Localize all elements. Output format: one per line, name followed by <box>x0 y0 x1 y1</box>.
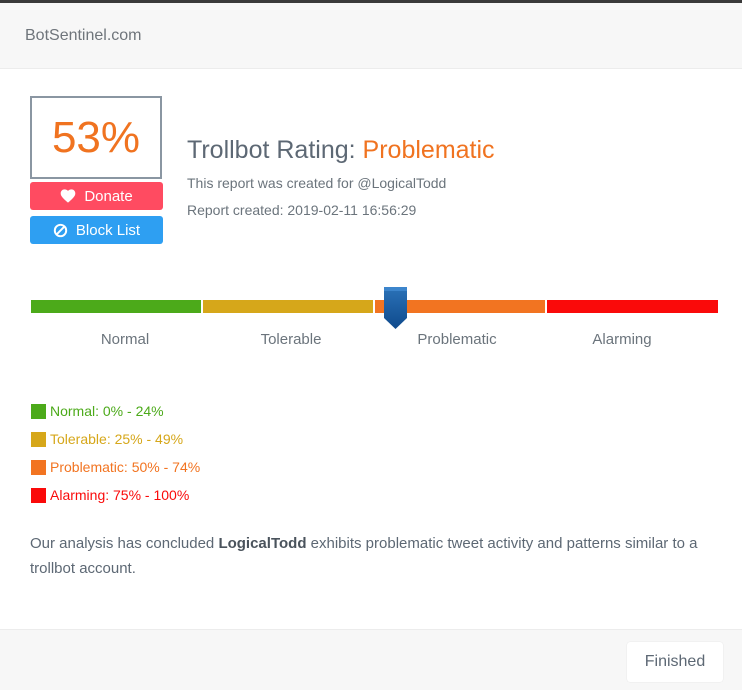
legend-swatch <box>31 431 46 447</box>
summary-text-before: Our analysis has concluded <box>30 535 219 552</box>
rating-value: Problematic <box>362 136 495 164</box>
report-created-date: Report created: 2019-02-11 16:56:29 <box>187 202 417 218</box>
summary-handle: LogicalTodd <box>218 535 307 552</box>
legend-item-tolerable: Tolerable: 25% - 49% <box>31 431 183 447</box>
ban-icon <box>53 223 68 237</box>
donate-button[interactable]: Donate <box>30 182 163 210</box>
block-list-label: Block List <box>75 221 141 239</box>
rating-title-prefix: Trollbot Rating: <box>187 136 356 164</box>
legend-item-alarming: Alarming: 75% - 100% <box>31 487 189 503</box>
legend-text: Tolerable: 25% - 49% <box>50 431 184 447</box>
modal-footer: Finished <box>0 629 742 690</box>
report-recipient: This report was created for @LogicalTodd <box>187 175 447 191</box>
legend-item-problematic: Problematic: 50% - 74% <box>31 459 200 475</box>
donate-label: Donate <box>84 187 133 205</box>
meter-segment-alarming <box>547 300 718 313</box>
rating-meter <box>31 287 718 329</box>
legend-text: Alarming: 75% - 100% <box>50 487 190 503</box>
legend-item-normal: Normal: 0% - 24% <box>31 403 164 419</box>
legend-text: Problematic: 50% - 74% <box>50 459 201 475</box>
meter-segment-tolerable <box>203 300 373 313</box>
legend-swatch <box>31 487 46 503</box>
finished-button[interactable]: Finished <box>627 642 723 682</box>
rating-heading: Trollbot Rating: Problematic <box>187 136 495 165</box>
analysis-summary: Our analysis has concluded LogicalTodd e… <box>30 531 720 581</box>
legend-text: Normal: 0% - 24% <box>50 403 164 419</box>
legend-swatch <box>31 403 46 419</box>
heart-icon <box>60 189 76 203</box>
meter-segment-normal <box>31 300 201 313</box>
meter-label-tolerable: Tolerable <box>260 331 322 348</box>
meter-marker-icon <box>383 287 407 329</box>
score-value: 53% <box>51 112 141 162</box>
meter-label-normal: Normal <box>100 331 150 348</box>
site-title: BotSentinel.com <box>25 27 142 44</box>
score-box: 53% <box>30 96 162 179</box>
legend-swatch <box>31 459 46 475</box>
meter-label-alarming: Alarming <box>592 331 652 348</box>
block-list-button[interactable]: Block List <box>30 216 163 244</box>
meter-label-problematic: Problematic <box>417 331 497 348</box>
modal-header: BotSentinel.com <box>0 3 742 69</box>
